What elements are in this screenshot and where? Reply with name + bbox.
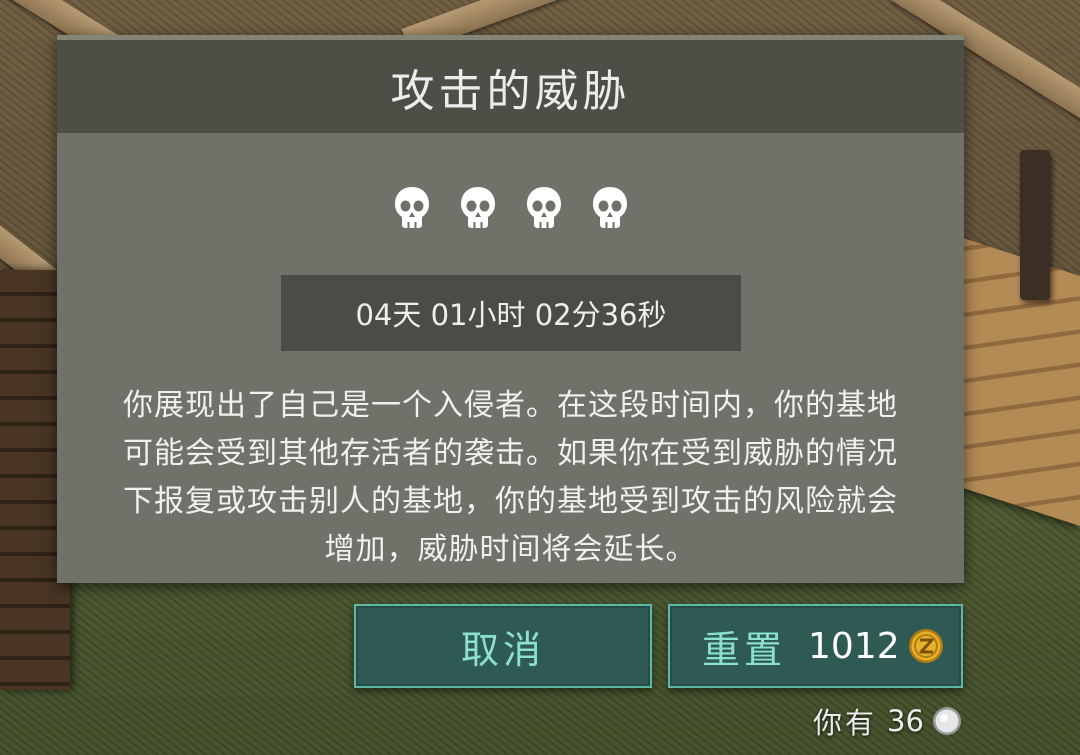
silver-coin-icon [932,707,961,735]
dialog-title: 攻击的威胁 [390,65,631,117]
owned-currency: 你有 36 [813,700,962,742]
cancel-button-label: 取消 [460,627,545,672]
skull-icon [394,187,429,228]
reset-button-label: 重置 [702,627,787,672]
threat-description: 你展现出了自己是一个入侵者。在这段时间内，你的基地可能会受到其他存活者的袭击。如… [123,388,898,567]
game-scene: 攻击的威胁 04天 01小时 02分36秒 你展现出了自己是一个入侵者。在这段时… [0,0,1080,755]
owned-label: 你有 [813,706,878,740]
threat-timer: 04天 01小时 02分36秒 [281,275,741,351]
reset-button[interactable]: 重置 1012 [668,604,963,688]
skull-icon [526,187,561,228]
threat-dialog: 攻击的威胁 04天 01小时 02分36秒 你展现出了自己是一个入侵者。在这段时… [57,35,964,583]
gold-coin-icon [908,629,943,663]
reset-price: 1012 [808,625,900,667]
owned-value: 36 [887,704,924,738]
dialog-header: 攻击的威胁 [57,35,964,133]
chair [1020,150,1050,300]
skull-icon [592,187,627,228]
threat-level-skulls [57,185,964,229]
skull-icon [460,187,495,228]
cancel-button[interactable]: 取消 [354,604,652,688]
